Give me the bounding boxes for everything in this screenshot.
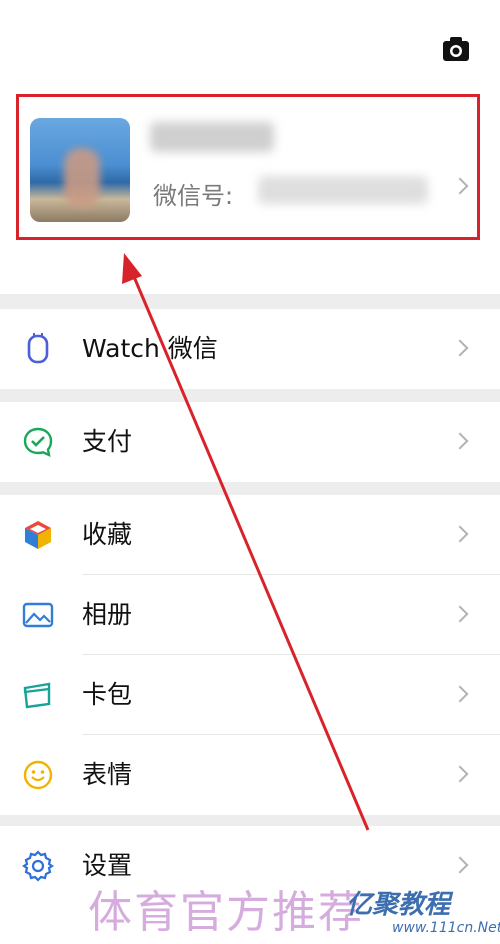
chevron-right-icon: [454, 859, 468, 873]
pay-icon: [23, 427, 53, 458]
watermark-brand: 亿聚教程: [346, 890, 451, 920]
chevron-right-icon: [454, 688, 468, 702]
menu-item-pay[interactable]: 支付: [0, 402, 500, 482]
smile-icon: [23, 760, 53, 790]
menu-item-label: Watch 微信: [82, 334, 218, 363]
menu-item-album[interactable]: 相册: [0, 575, 500, 655]
profile-card[interactable]: 微信号:: [0, 88, 500, 294]
watermark-text: 体育官方推荐: [88, 887, 364, 938]
chevron-right-icon: [454, 342, 468, 356]
watch-icon: [27, 333, 49, 364]
chevron-right-icon: [454, 768, 468, 782]
menu-item-watch[interactable]: Watch 微信: [0, 309, 500, 389]
image-icon: [22, 602, 54, 628]
chevron-right-icon: [454, 435, 468, 449]
top-bar: [0, 0, 500, 88]
menu-item-label: 收藏: [82, 520, 133, 549]
menu-item-favorites[interactable]: 收藏: [0, 495, 500, 575]
chevron-right-icon: [454, 608, 468, 622]
gear-icon: [22, 850, 54, 882]
menu-item-stickers[interactable]: 表情: [0, 735, 500, 815]
cube-icon: [25, 521, 51, 549]
section-tools: 收藏 相册 卡包 表情: [0, 495, 500, 815]
watermark-site: www.111cn.Net: [392, 920, 500, 936]
menu-item-label: 表情: [82, 760, 133, 789]
menu-item-cards[interactable]: 卡包: [0, 655, 500, 735]
menu-item-label: 相册: [82, 600, 133, 629]
camera-icon[interactable]: [442, 36, 470, 62]
chevron-right-icon: [454, 528, 468, 542]
section-watch: Watch 微信: [0, 309, 500, 389]
section-pay: 支付: [0, 402, 500, 482]
profile-highlight-box: [16, 94, 480, 240]
menu-item-label: 支付: [82, 427, 133, 456]
menu-item-label: 卡包: [82, 680, 133, 709]
card-icon: [23, 682, 51, 709]
